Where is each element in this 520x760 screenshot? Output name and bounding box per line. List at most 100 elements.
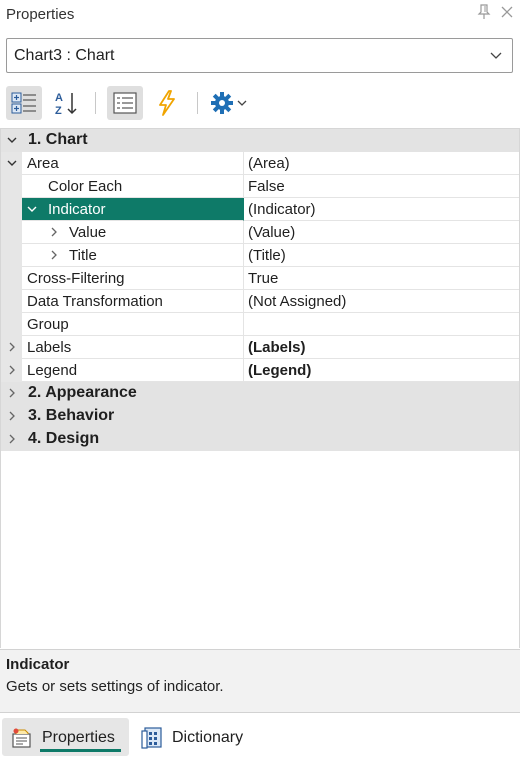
pin-icon[interactable]: [477, 4, 491, 20]
row-gutter: [1, 336, 22, 359]
svg-text:A: A: [55, 92, 63, 104]
property-value-cell[interactable]: (Not Assigned): [244, 290, 519, 313]
property-row-group[interactable]: Group: [1, 313, 519, 336]
sort-az-icon: A Z: [55, 92, 77, 116]
property-value: (Area): [248, 155, 290, 172]
property-value: True: [248, 270, 279, 287]
row-gutter: [1, 152, 22, 175]
property-value-cell[interactable]: (Value): [244, 221, 519, 244]
chevron-down-icon: [490, 52, 502, 59]
chevron-right-icon[interactable]: [49, 250, 59, 260]
chevron-down-icon[interactable]: [7, 135, 17, 145]
category-label: 1. Chart: [28, 131, 88, 148]
description-panel: Indicator Gets or sets settings of indic…: [0, 649, 520, 713]
toolbar-separator: [197, 92, 198, 114]
property-name: Area: [27, 155, 59, 172]
chevron-right-icon[interactable]: [7, 411, 17, 421]
property-name-cell[interactable]: Data Transformation: [22, 290, 244, 313]
property-row-indicator[interactable]: Indicator (Indicator): [1, 198, 519, 221]
svg-text:Z: Z: [55, 105, 62, 116]
category-behavior[interactable]: 3. Behavior: [1, 405, 519, 428]
property-name-cell[interactable]: Cross-Filtering: [22, 267, 244, 290]
property-grid: 1. Chart Area (Area) Color Each False In…: [0, 128, 520, 648]
property-value: (Not Assigned): [248, 293, 347, 310]
settings-button[interactable]: [206, 86, 254, 120]
property-name-cell[interactable]: Area: [22, 152, 244, 175]
property-name-cell[interactable]: Value: [22, 221, 244, 244]
category-label: 2. Appearance: [28, 384, 137, 401]
property-value-cell[interactable]: True: [244, 267, 519, 290]
chevron-right-icon[interactable]: [49, 227, 59, 237]
category-design[interactable]: 4. Design: [1, 428, 519, 451]
chevron-right-icon[interactable]: [7, 342, 17, 352]
chevron-down-icon[interactable]: [7, 158, 17, 168]
panel-tabs: Properties Dictionary: [0, 714, 520, 760]
property-value: (Title): [248, 247, 286, 264]
property-name: Indicator: [48, 201, 106, 218]
properties-view-button[interactable]: [107, 86, 143, 120]
property-value-cell[interactable]: (Area): [244, 152, 519, 175]
property-name: Labels: [27, 339, 72, 356]
properties-list-icon: [113, 92, 137, 114]
property-value-cell[interactable]: [244, 313, 519, 336]
property-name: Cross-Filtering: [27, 270, 125, 287]
row-gutter: [1, 267, 22, 290]
property-value-cell[interactable]: (Indicator): [244, 198, 519, 221]
property-name: Legend: [27, 362, 78, 379]
chevron-right-icon[interactable]: [7, 388, 17, 398]
events-view-button[interactable]: [149, 86, 185, 120]
panel-title-bar: Properties: [0, 0, 520, 30]
property-value: (Legend): [248, 362, 312, 379]
property-name-cell[interactable]: Legend: [22, 359, 244, 382]
row-gutter: [1, 198, 22, 221]
property-name: Value: [69, 224, 107, 241]
property-name: Data Transformation: [27, 293, 163, 310]
property-row-labels[interactable]: Labels (Labels): [1, 336, 519, 359]
alphabetical-sort-button[interactable]: A Z: [48, 86, 84, 120]
property-name: Title: [69, 247, 97, 264]
property-value: (Labels): [248, 339, 306, 356]
property-row-cross-filtering[interactable]: Cross-Filtering True: [1, 267, 519, 290]
row-gutter: [1, 359, 22, 382]
component-selector[interactable]: Chart3 : Chart: [6, 38, 513, 73]
tab-label: Properties: [42, 729, 115, 746]
category-label: 3. Behavior: [28, 407, 115, 424]
property-row-area[interactable]: Area (Area): [1, 152, 519, 175]
property-name-cell[interactable]: Color Each: [22, 175, 244, 198]
property-value-cell[interactable]: False: [244, 175, 519, 198]
property-value: (Value): [248, 224, 296, 241]
row-gutter: [1, 290, 22, 313]
category-appearance[interactable]: 2. Appearance: [1, 382, 519, 405]
property-value-cell[interactable]: (Legend): [244, 359, 519, 382]
property-value: (Indicator): [248, 201, 316, 218]
close-icon[interactable]: [500, 5, 514, 19]
chevron-right-icon[interactable]: [7, 434, 17, 444]
properties-tab-icon: [12, 728, 31, 748]
toolbar-separator: [95, 92, 96, 114]
panel-title: Properties: [6, 6, 75, 23]
description-title: Indicator: [6, 656, 70, 673]
chevron-down-icon[interactable]: [27, 204, 37, 214]
categorized-icon: [11, 92, 36, 114]
tab-dictionary[interactable]: Dictionary: [132, 718, 252, 756]
category-chart[interactable]: 1. Chart: [1, 129, 519, 152]
property-name-cell[interactable]: Title: [22, 244, 244, 267]
row-gutter: [1, 221, 22, 244]
categorized-view-button[interactable]: [6, 86, 42, 120]
property-row-value[interactable]: Value (Value): [1, 221, 519, 244]
property-name-cell[interactable]: Indicator: [22, 198, 244, 221]
property-row-title[interactable]: Title (Title): [1, 244, 519, 267]
property-name-cell[interactable]: Labels: [22, 336, 244, 359]
tab-label: Dictionary: [172, 729, 244, 746]
row-gutter: [1, 244, 22, 267]
property-row-data-transformation[interactable]: Data Transformation (Not Assigned): [1, 290, 519, 313]
property-row-legend[interactable]: Legend (Legend): [1, 359, 519, 382]
property-name: Group: [27, 316, 69, 333]
category-label: 4. Design: [28, 430, 100, 447]
tab-properties[interactable]: Properties: [2, 718, 129, 756]
property-value-cell[interactable]: (Labels): [244, 336, 519, 359]
property-row-color-each[interactable]: Color Each False: [1, 175, 519, 198]
chevron-right-icon[interactable]: [7, 365, 17, 375]
property-name-cell[interactable]: Group: [22, 313, 244, 336]
property-value-cell[interactable]: (Title): [244, 244, 519, 267]
